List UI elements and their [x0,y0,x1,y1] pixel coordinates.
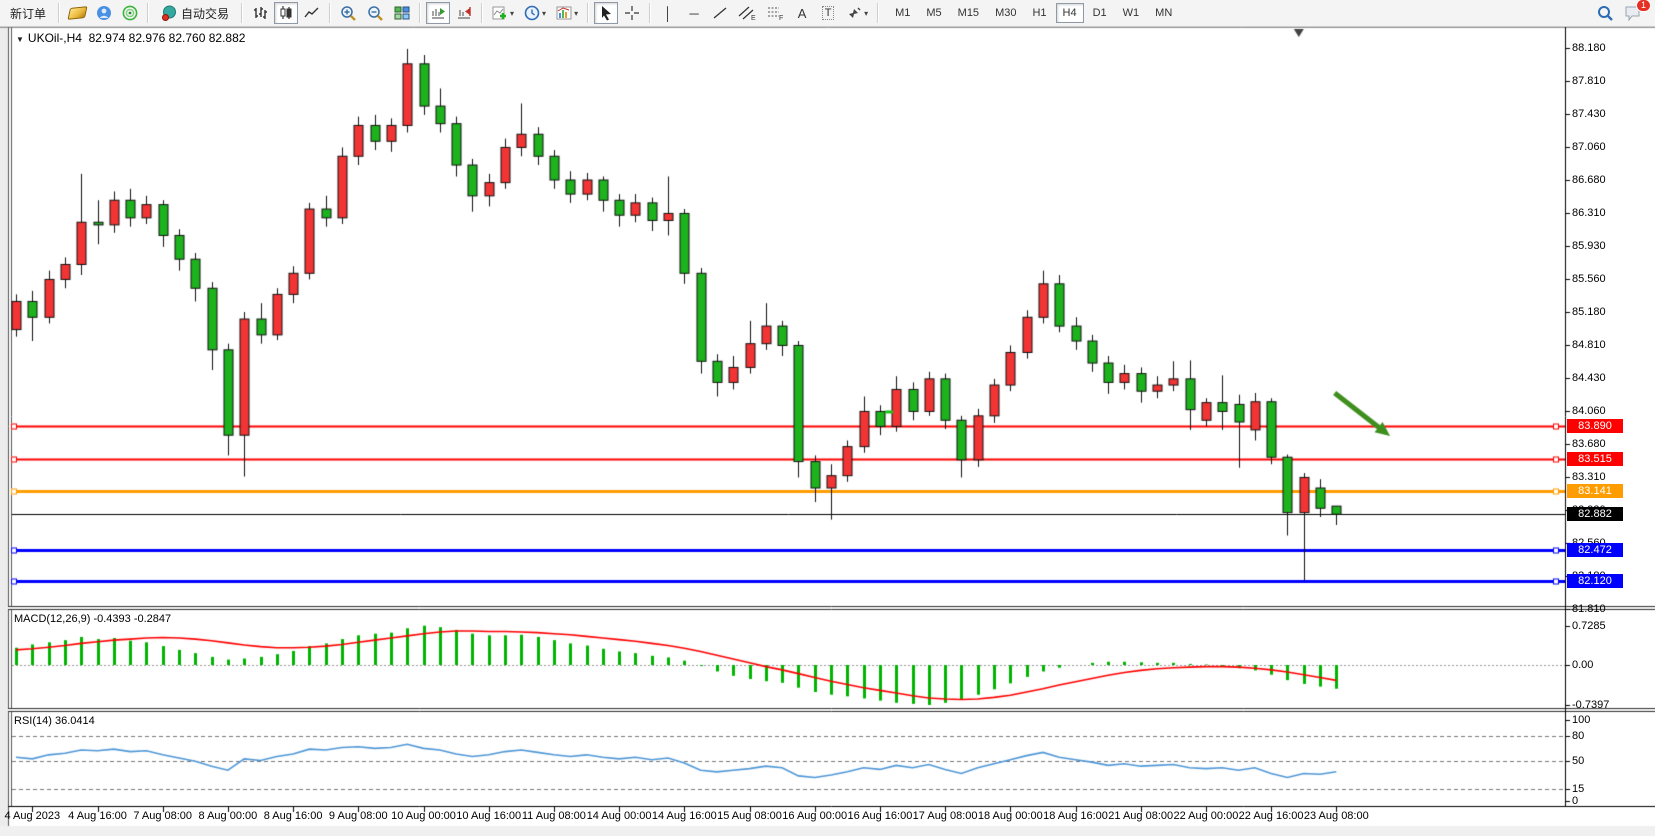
timeframe-m15[interactable]: M15 [951,3,986,23]
autotrading-robot-icon [161,5,177,21]
ohlc-bars-button[interactable] [248,2,272,24]
search-button[interactable] [1593,2,1618,24]
equidistant-channel-button[interactable]: E [734,2,760,24]
crosshair-button[interactable] [620,2,644,24]
notification-badge: 1 [1636,0,1651,12]
zoom-in-icon [340,5,357,22]
toolbar-separator [649,3,651,23]
auto-scroll-icon [430,5,446,21]
trendline-icon [712,5,728,21]
tile-windows-icon [394,5,410,21]
candlestick-icon [278,5,294,21]
timeframe-m30[interactable]: M30 [988,3,1023,23]
auto-scroll-button[interactable] [426,2,450,24]
timeframe-h1[interactable]: H1 [1025,3,1053,23]
periods-button[interactable]: ▾ [520,2,550,24]
indicators-icon [492,5,508,21]
svg-text:F: F [779,15,783,21]
autotrading-label: 自动交易 [181,5,229,22]
periods-caret-icon: ▾ [542,9,546,18]
toolbar-right: 1 [1592,2,1647,24]
timeframe-mn[interactable]: MN [1148,3,1179,23]
text-label-icon: T [822,6,835,20]
zoom-out-icon [367,5,384,22]
trendline-button[interactable] [708,2,732,24]
notifications-button[interactable]: 1 [1620,2,1646,24]
text-label-button[interactable]: T [816,2,840,24]
timeframe-buttons: M1M5M15M30H1H4D1W1MN [887,3,1180,23]
indicators-caret-icon: ▾ [510,9,514,18]
toolbar-separator [147,3,149,23]
vertical-line-icon: │ [664,6,672,21]
community-icon [96,5,112,21]
equidistant-channel-icon: E [738,5,756,21]
chart-shift-button[interactable] [452,2,476,24]
fibonacci-icon: F [766,5,784,21]
autotrading-button[interactable]: 自动交易 [154,2,236,24]
community-button[interactable] [92,2,116,24]
timeframe-w1[interactable]: W1 [1116,3,1147,23]
timeframe-m5[interactable]: M5 [919,3,948,23]
line-chart-button[interactable] [300,2,324,24]
crosshair-icon [624,5,640,21]
templates-button[interactable]: ▾ [552,2,582,24]
timeframe-h4[interactable]: H4 [1056,3,1084,23]
templates-icon [556,5,572,21]
gold-button[interactable] [65,2,90,24]
toolbar-separator [241,3,243,23]
toolbar-separator [481,3,483,23]
signals-button[interactable] [118,2,142,24]
cursor-arrow-icon [599,5,613,21]
toolbar-separator [419,3,421,23]
search-magnifier-icon [1597,5,1614,22]
toolbar-separator [587,3,589,23]
candlestick-button[interactable] [274,2,298,24]
ohlc-bars-icon [252,5,268,21]
toolbar: 新订单 自动交易 [0,0,1655,27]
horizontal-line-button[interactable]: ─ [682,2,706,24]
toolbar-separator [58,3,60,23]
zoom-out-button[interactable] [363,2,388,24]
price-chart-canvas[interactable] [0,0,1655,836]
zoom-in-button[interactable] [336,2,361,24]
gold-badge-icon [67,6,87,20]
chart-shift-icon [456,5,472,21]
tile-windows-button[interactable] [390,2,414,24]
vertical-line-button[interactable]: │ [656,2,680,24]
timeframe-m1[interactable]: M1 [888,3,917,23]
horizontal-line-icon: ─ [689,6,698,21]
text-icon: A [798,6,807,21]
new-order-label: 新订单 [10,5,46,22]
arrows-button[interactable]: ▾ [842,2,872,24]
arrows-icon [846,5,862,21]
fibonacci-button[interactable]: F [762,2,788,24]
cursor-button[interactable] [594,2,618,24]
toolbar-separator [329,3,331,23]
mt4-window: 新订单 自动交易 [0,0,1655,836]
text-button[interactable]: A [790,2,814,24]
periods-clock-icon [524,5,540,21]
toolbar-separator [877,3,879,23]
line-chart-icon [304,5,320,21]
signals-icon [122,5,138,21]
templates-caret-icon: ▾ [574,9,578,18]
new-order-button[interactable]: 新订单 [3,2,53,24]
svg-text:E: E [751,15,756,21]
timeframe-d1[interactable]: D1 [1086,3,1114,23]
indicators-button[interactable]: ▾ [488,2,518,24]
arrows-caret-icon: ▾ [864,9,868,18]
